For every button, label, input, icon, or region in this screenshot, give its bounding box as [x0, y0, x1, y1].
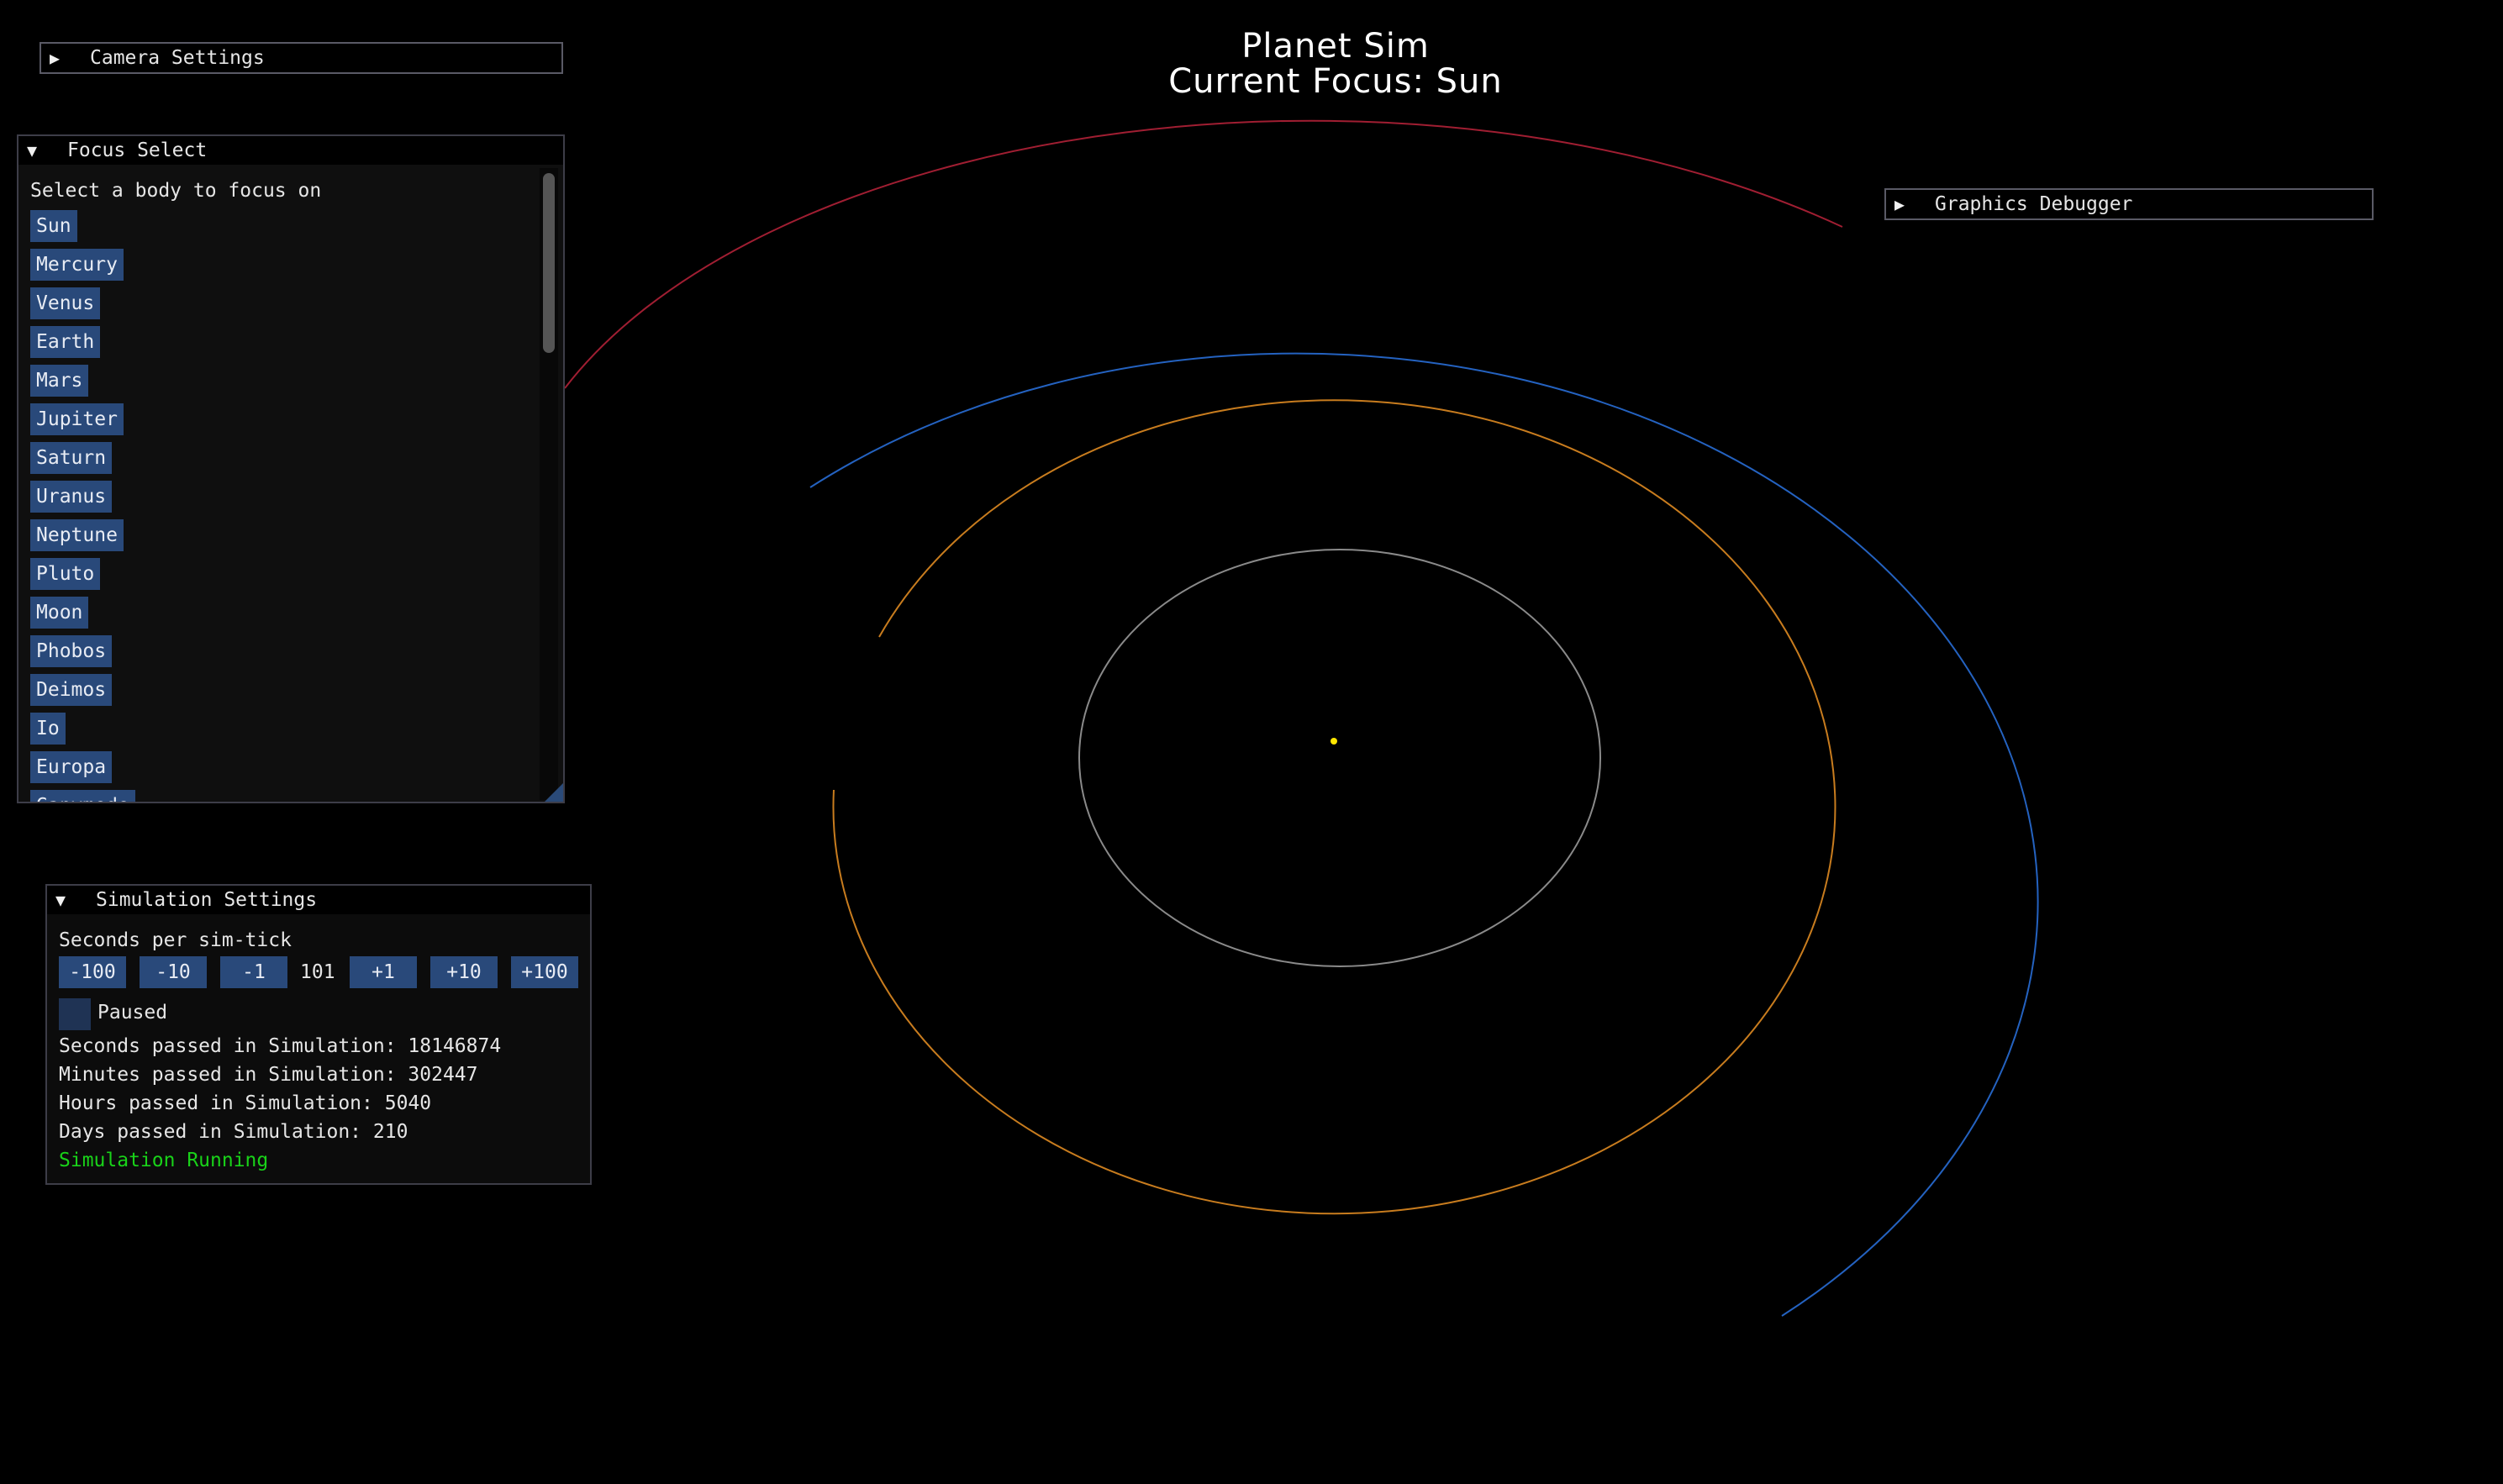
focus-button-io[interactable]: Io: [30, 713, 66, 745]
focus-button-mercury[interactable]: Mercury: [30, 249, 124, 281]
minus-1-button[interactable]: -1: [220, 956, 287, 988]
resize-grip[interactable]: [545, 783, 563, 802]
title-text: Planet Sim: [1241, 27, 1430, 66]
scrollbar[interactable]: [540, 168, 558, 800]
focus-button-deimos[interactable]: Deimos: [30, 674, 113, 706]
current-focus-text: Current Focus: Sun: [1168, 62, 1503, 101]
simulation-settings-header[interactable]: ▼ Simulation Settings: [47, 886, 590, 914]
simulation-status-text: Simulation Running: [59, 1150, 269, 1171]
plus-10-button[interactable]: +10: [430, 956, 498, 988]
tick-value: 101: [300, 961, 335, 983]
paused-label: Paused: [97, 1002, 168, 1024]
camera-settings-header[interactable]: ▶ Camera Settings: [41, 44, 561, 72]
graphics-debugger-header[interactable]: ▶ Graphics Debugger: [1886, 190, 2372, 218]
scrollbar-thumb[interactable]: [543, 173, 555, 353]
sun-body[interactable]: [1331, 738, 1337, 745]
app-title: Planet Sim Current Focus: Sun: [999, 29, 1672, 99]
orbit-red: [564, 119, 1843, 389]
collapse-arrow-icon[interactable]: ▼: [55, 890, 77, 910]
collapse-arrow-icon[interactable]: ▼: [27, 140, 49, 161]
focus-button-jupiter[interactable]: Jupiter: [30, 403, 124, 435]
focus-button-uranus[interactable]: Uranus: [30, 481, 113, 513]
focus-button-ganymede[interactable]: Ganymede: [30, 790, 135, 802]
plus-1-button[interactable]: +1: [350, 956, 417, 988]
simulation-settings-title: Simulation Settings: [96, 889, 318, 911]
focus-button-mars[interactable]: Mars: [30, 365, 89, 397]
plus-100-button[interactable]: +100: [511, 956, 578, 988]
camera-settings-title: Camera Settings: [90, 47, 265, 69]
orbit-orange: [832, 399, 1836, 1215]
focus-button-venus[interactable]: Venus: [30, 287, 101, 319]
focus-select-panel: ▼ Focus Select Select a body to focus on…: [17, 134, 565, 803]
minus-100-button[interactable]: -100: [59, 956, 126, 988]
days-passed-text: Days passed in Simulation: 210: [59, 1121, 408, 1143]
focus-button-phobos[interactable]: Phobos: [30, 635, 113, 667]
camera-settings-panel[interactable]: ▶ Camera Settings: [40, 42, 563, 74]
seconds-passed-text: Seconds passed in Simulation: 18146874: [59, 1035, 502, 1057]
minutes-passed-text: Minutes passed in Simulation: 302447: [59, 1064, 478, 1086]
expand-arrow-icon[interactable]: ▶: [50, 48, 71, 68]
focus-button-saturn[interactable]: Saturn: [30, 442, 113, 474]
orbit-inner: [1078, 549, 1601, 967]
focus-button-moon[interactable]: Moon: [30, 597, 89, 629]
paused-checkbox[interactable]: [59, 998, 91, 1030]
hours-passed-text: Hours passed in Simulation: 5040: [59, 1092, 432, 1114]
seconds-per-tick-label: Seconds per sim-tick: [59, 929, 292, 951]
graphics-debugger-panel[interactable]: ▶ Graphics Debugger: [1884, 188, 2374, 220]
focus-button-neptune[interactable]: Neptune: [30, 519, 124, 551]
orbit-blue: [809, 352, 2039, 1317]
minus-10-button[interactable]: -10: [140, 956, 207, 988]
expand-arrow-icon[interactable]: ▶: [1894, 194, 1916, 214]
focus-button-pluto[interactable]: Pluto: [30, 558, 101, 590]
graphics-debugger-title: Graphics Debugger: [1935, 193, 2133, 215]
focus-select-header[interactable]: ▼ Focus Select: [18, 136, 563, 165]
focus-prompt: Select a body to focus on: [30, 180, 322, 202]
focus-select-title: Focus Select: [67, 139, 208, 161]
focus-button-sun[interactable]: Sun: [30, 210, 77, 242]
focus-button-europa[interactable]: Europa: [30, 751, 113, 783]
focus-button-earth[interactable]: Earth: [30, 326, 101, 358]
